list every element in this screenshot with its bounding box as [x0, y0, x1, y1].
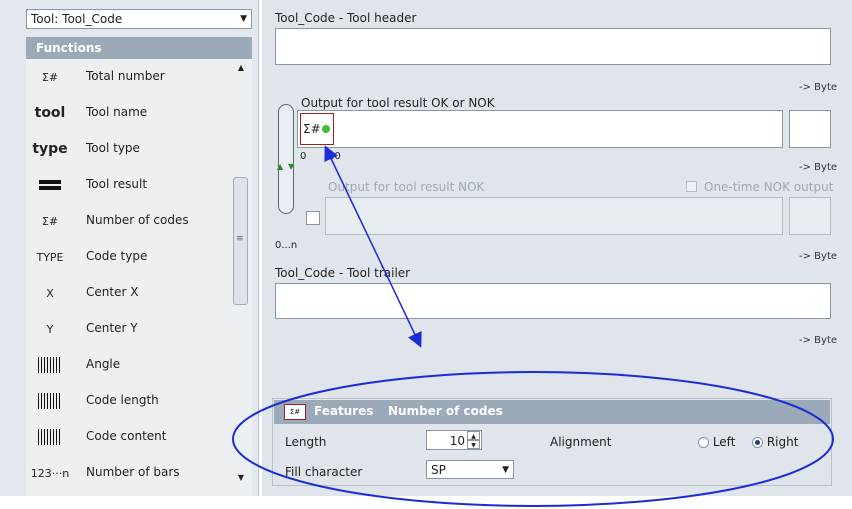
annotation-ellipse — [232, 371, 834, 507]
annotation-arrow — [324, 145, 422, 348]
annotation-overlay — [232, 145, 834, 507]
